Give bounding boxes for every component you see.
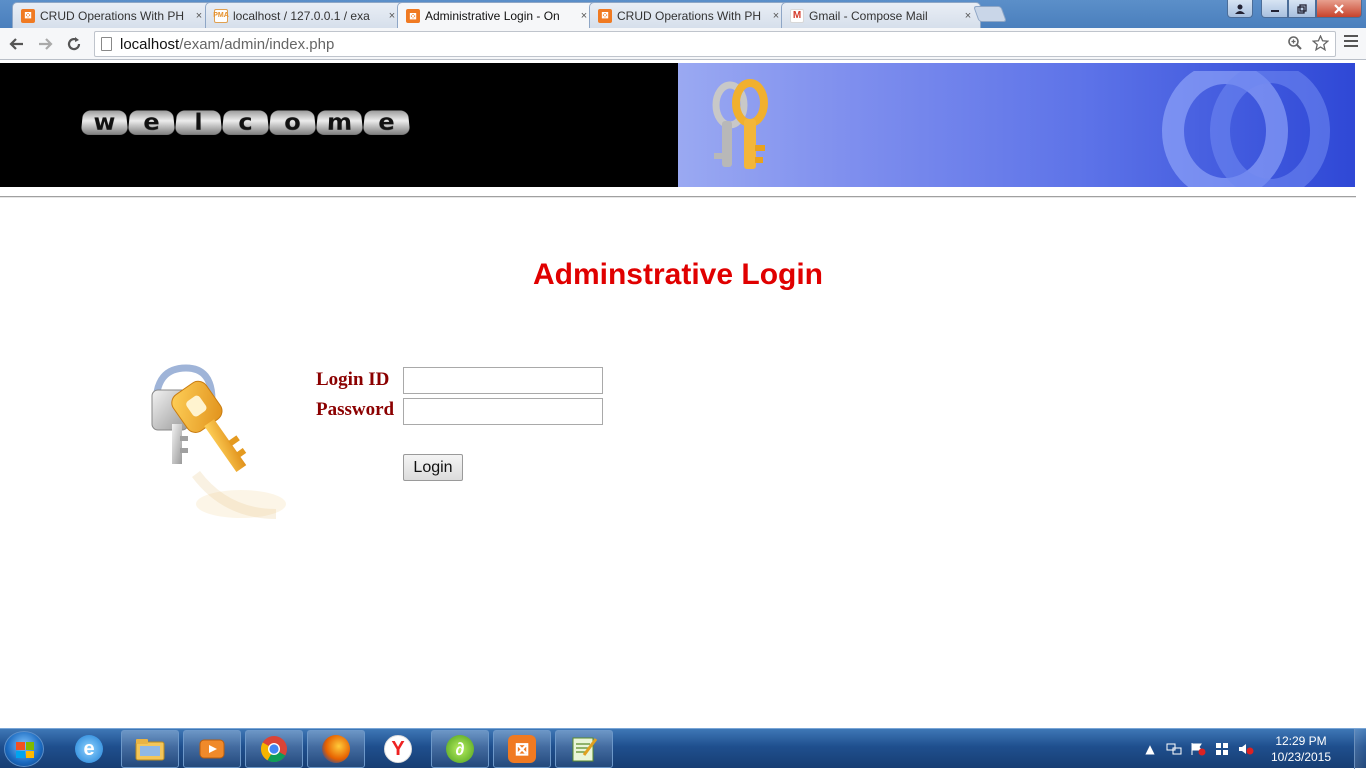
url-host: localhost bbox=[120, 35, 180, 53]
yandex-icon[interactable]: Y bbox=[369, 730, 427, 768]
tab-title: CRUD Operations With PH bbox=[40, 8, 185, 23]
xampp-icon: ⊠ bbox=[406, 9, 420, 23]
address-bar[interactable]: localhost/exam/admin/index.php bbox=[94, 31, 1336, 57]
page-title: Adminstrative Login bbox=[532, 258, 824, 291]
chrome-icon[interactable] bbox=[245, 730, 303, 768]
tab-title: localhost / 127.0.0.1 / exa bbox=[233, 8, 370, 23]
forward-button[interactable] bbox=[34, 33, 56, 55]
close-window-button[interactable] bbox=[1316, 0, 1362, 18]
window-controls bbox=[1227, 0, 1362, 18]
page-icon bbox=[101, 37, 112, 51]
zoom-icon[interactable] bbox=[1287, 36, 1312, 55]
url-path: /exam/admin/index.php bbox=[179, 35, 335, 53]
tab-phpmyadmin[interactable]: PMA localhost / 127.0.0.1 / exa × bbox=[205, 2, 405, 28]
tab-crud-operations-1[interactable]: ⊠ CRUD Operations With PH × bbox=[12, 2, 212, 28]
welcome-letter: l bbox=[174, 110, 223, 136]
tab-administrative-login[interactable]: ⊠ Administrative Login - On × bbox=[397, 2, 597, 29]
dreamweaver-icon[interactable]: ∂ bbox=[431, 730, 489, 768]
header-divider bbox=[0, 196, 1356, 198]
system-tray: ▲ 12:29 PM 10/23/2015 bbox=[1142, 729, 1366, 769]
restore-button[interactable] bbox=[1288, 0, 1316, 18]
notepad-icon[interactable] bbox=[555, 730, 613, 768]
show-desktop-button[interactable] bbox=[1354, 729, 1366, 769]
login-button[interactable]: Login bbox=[403, 454, 463, 481]
url-text: localhost/exam/admin/index.php bbox=[120, 36, 334, 53]
welcome-letter: e bbox=[127, 110, 176, 136]
show-hidden-icons-icon[interactable]: ▲ bbox=[1142, 742, 1158, 756]
firefox-icon[interactable] bbox=[307, 730, 365, 768]
windows-logo-icon bbox=[16, 742, 34, 758]
xampp-icon: ⊠ bbox=[21, 8, 35, 23]
back-button[interactable] bbox=[6, 33, 28, 55]
clock-date: 10/23/2015 bbox=[1270, 750, 1332, 764]
taskbar-clock[interactable]: 12:29 PM 10/23/2015 bbox=[1262, 733, 1340, 765]
start-button[interactable] bbox=[4, 731, 44, 767]
tab-title: Gmail - Compose Mail bbox=[809, 8, 928, 23]
welcome-logo: w e l c o m e bbox=[80, 109, 411, 136]
windows-taskbar: e Y ∂ ⊠ ▲ 12:29 PM 10/23/2015 bbox=[0, 728, 1366, 769]
welcome-letter: e bbox=[362, 110, 411, 136]
volume-muted-icon[interactable] bbox=[1238, 742, 1254, 756]
new-tab-button[interactable] bbox=[973, 6, 1007, 22]
minimize-button[interactable] bbox=[1261, 0, 1288, 18]
tab-crud-operations-2[interactable]: ⊠ CRUD Operations With PH × bbox=[589, 2, 789, 28]
welcome-banner: w e l c o m e bbox=[0, 63, 678, 187]
login-id-input[interactable] bbox=[403, 367, 603, 394]
banner-keys-icon bbox=[712, 79, 768, 169]
welcome-letter: m bbox=[315, 110, 364, 136]
keys-banner bbox=[678, 63, 1355, 187]
browser-tab-strip: ⊠ CRUD Operations With PH × PMA localhos… bbox=[0, 0, 1366, 29]
welcome-letter: w bbox=[80, 110, 129, 136]
password-label: Password bbox=[316, 399, 395, 420]
reload-button[interactable] bbox=[63, 33, 85, 55]
windows-update-icon[interactable] bbox=[1214, 742, 1230, 756]
tab-title: Administrative Login - On bbox=[425, 9, 560, 23]
browser-toolbar: localhost/exam/admin/index.php bbox=[0, 28, 1366, 60]
keys-icon bbox=[151, 364, 286, 519]
media-player-icon[interactable] bbox=[183, 730, 241, 768]
page-content: w e l c o m e Adminstrative Login Login … bbox=[0, 61, 1366, 728]
action-center-flag-icon[interactable] bbox=[1190, 742, 1206, 756]
phpmyadmin-icon: PMA bbox=[213, 8, 229, 23]
login-id-label: Login ID bbox=[316, 369, 390, 390]
file-explorer-icon[interactable] bbox=[121, 730, 179, 768]
password-input[interactable] bbox=[403, 398, 603, 425]
profile-icon[interactable] bbox=[1227, 0, 1253, 18]
welcome-letter: c bbox=[221, 110, 270, 136]
tab-close-icon[interactable]: × bbox=[962, 10, 974, 22]
xampp-icon: ⊠ bbox=[598, 8, 612, 23]
tab-title: CRUD Operations With PH bbox=[617, 8, 762, 23]
banner-ring-graphic bbox=[1162, 71, 1330, 187]
chrome-menu-icon[interactable] bbox=[1344, 35, 1358, 50]
network-icon[interactable] bbox=[1166, 742, 1182, 756]
internet-explorer-icon[interactable]: e bbox=[60, 730, 118, 768]
header-banner: w e l c o m e bbox=[0, 63, 1355, 187]
xampp-icon[interactable]: ⊠ bbox=[493, 730, 551, 768]
omnibox-actions bbox=[1287, 34, 1330, 55]
tab-gmail-compose[interactable]: M Gmail - Compose Mail × bbox=[781, 2, 981, 28]
welcome-letter: o bbox=[268, 110, 317, 136]
bookmark-star-icon[interactable] bbox=[1311, 34, 1330, 55]
gmail-icon: M bbox=[790, 8, 804, 23]
tab-close-icon[interactable]: × bbox=[193, 10, 205, 22]
clock-time: 12:29 PM bbox=[1275, 734, 1327, 748]
